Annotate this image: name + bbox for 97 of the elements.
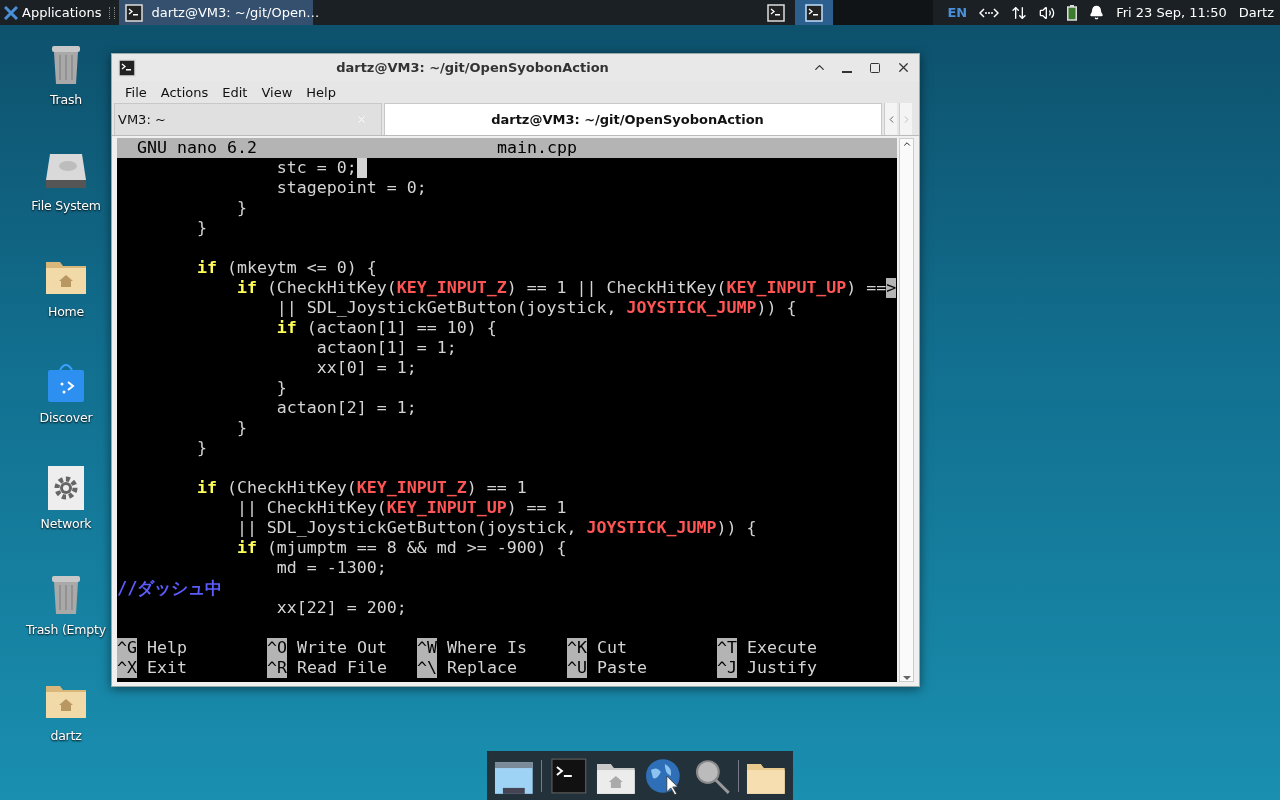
- shortcut-label: Paste: [597, 658, 647, 678]
- minimize-icon: [842, 70, 852, 73]
- desktop-icon-label[interactable]: Home: [47, 304, 85, 319]
- code-text: JOYSTICK_JUMP: [586, 518, 717, 538]
- code-text: stagepoint = 0;: [276, 178, 427, 198]
- code-text: || SDL_JoystickGetButton(joystick,: [276, 298, 618, 318]
- shortcut-label: Replace: [447, 658, 517, 678]
- file-name: main.cpp: [497, 138, 577, 158]
- shortcut-key: ^G: [117, 638, 137, 658]
- code-text: }: [196, 438, 207, 458]
- code-text: xx[22] = 200;: [276, 598, 407, 618]
- menu-item[interactable]: Actions: [153, 84, 216, 100]
- shortcut-label: Read File: [297, 658, 387, 678]
- menu-item[interactable]: Help: [299, 84, 343, 100]
- nano-version: GNU nano 6.2: [136, 138, 258, 158]
- shortcut-label: Where Is: [447, 638, 527, 658]
- code-text: (mkeytm <= 0) {: [226, 258, 377, 278]
- shortcut-key: ^\: [417, 658, 437, 678]
- applications-label: Applications: [22, 5, 102, 20]
- code-text: (CheckHitKey(: [266, 278, 397, 298]
- code-text: ) == 1: [466, 478, 527, 498]
- code-text: || CheckHitKey(: [236, 498, 387, 518]
- code-text: (CheckHitKey(: [226, 478, 357, 498]
- code-text: if: [236, 538, 257, 558]
- code-text: if: [236, 278, 257, 298]
- code-text: ) == 1 || CheckHitKey(: [506, 278, 727, 298]
- terminal-tab[interactable]: VM3: ~: [114, 103, 382, 135]
- volume-icon[interactable]: [1039, 4, 1056, 21]
- code-text: (mjumptm == 8 && md >= -900) {: [266, 538, 567, 558]
- shortcut-label: Exit: [147, 658, 187, 678]
- code-text: if: [276, 318, 297, 338]
- shortcut-key: ^W: [417, 638, 437, 658]
- line-overflow-marker: >: [886, 278, 897, 298]
- clock[interactable]: Fri 23 Sep, 11:50: [1116, 5, 1227, 20]
- battery-icon[interactable]: [1067, 4, 1078, 21]
- code-text: ) == 1: [506, 498, 567, 518]
- terminal-tab[interactable]: dartz@VM3: ~/git/OpenSyobonAction: [384, 103, 882, 135]
- desktop-icon-label[interactable]: Trash: [49, 92, 82, 107]
- code-text: )) {: [716, 518, 757, 538]
- menu-item[interactable]: Edit: [215, 84, 255, 100]
- window-title: dartz@VM3: ~/git/OpenSyobonAction: [335, 60, 610, 75]
- network-icon[interactable]: [979, 6, 1000, 19]
- shortcut-key: ^K: [567, 638, 587, 658]
- code-text: actaon[1] = 1;: [316, 338, 457, 358]
- desktop-icon-label[interactable]: Trash (Empty: [26, 622, 106, 637]
- xfce-logo-icon: [4, 5, 18, 20]
- code-text: }: [236, 198, 247, 218]
- code-text: xx[0] = 1;: [316, 358, 417, 378]
- maximize-icon: [869, 61, 881, 74]
- code-text: KEY_INPUT_UP: [726, 278, 847, 298]
- shortcut-key: ^U: [567, 658, 587, 678]
- shortcut-label: Help: [147, 638, 187, 658]
- code-comment: //ダッシュ中: [117, 578, 223, 598]
- shortcut-label: Justify: [747, 658, 817, 678]
- code-text: }: [236, 418, 247, 438]
- code-text: if: [196, 258, 217, 278]
- terminal-icon: [125, 3, 144, 22]
- transfer-icon[interactable]: [1011, 4, 1028, 21]
- shortcut-key: ^O: [267, 638, 287, 658]
- terminal-icon: [767, 3, 786, 22]
- desktop-icon-label[interactable]: Discover: [39, 410, 93, 425]
- code-text: }: [196, 218, 207, 238]
- applications-menu[interactable]: Applications: [0, 0, 106, 25]
- shortcut-key: ^X: [117, 658, 137, 678]
- shortcut-label: Execute: [747, 638, 817, 658]
- menu-item[interactable]: File: [118, 84, 154, 100]
- code-text: )) {: [756, 298, 797, 318]
- shortcut-label: Write Out: [297, 638, 387, 658]
- notification-icon[interactable]: [1089, 5, 1105, 20]
- scroll-down-icon[interactable]: [901, 675, 912, 681]
- terminal-icon: [805, 3, 824, 22]
- window-icon: [118, 58, 136, 77]
- desktop-icon-label[interactable]: dartz: [50, 728, 82, 743]
- code-text: md = -1300;: [276, 558, 387, 578]
- desktop-icon-label[interactable]: Network: [40, 516, 92, 531]
- code-text: if: [196, 478, 217, 498]
- code-text: KEY_INPUT_UP: [386, 498, 507, 518]
- code-text: stc = 0;: [276, 158, 357, 178]
- menu-item[interactable]: View: [254, 84, 300, 100]
- code-text: }: [276, 378, 287, 398]
- shortcut-label: Cut: [597, 638, 627, 658]
- desktop-icon-label[interactable]: File System: [31, 198, 101, 213]
- code-text: KEY_INPUT_Z: [396, 278, 507, 298]
- code-text: actaon[2] = 1;: [276, 398, 417, 418]
- user-name[interactable]: Dartz: [1238, 5, 1274, 20]
- shortcut-key: ^J: [717, 658, 737, 678]
- workspace-button[interactable]: [795, 0, 834, 25]
- code-text: ) ==: [846, 278, 887, 298]
- code-text: JOYSTICK_JUMP: [626, 298, 757, 318]
- shortcut-key: ^R: [267, 658, 287, 678]
- shortcut-key: ^T: [717, 638, 737, 658]
- scroll-up-icon[interactable]: [901, 139, 912, 149]
- code-text: KEY_INPUT_Z: [356, 478, 467, 498]
- code-text: || SDL_JoystickGetButton(joystick,: [236, 518, 578, 538]
- code-text: (actaon[1] == 10) {: [306, 318, 497, 338]
- scrollbar[interactable]: [899, 138, 914, 682]
- keyboard-layout[interactable]: EN: [947, 5, 968, 20]
